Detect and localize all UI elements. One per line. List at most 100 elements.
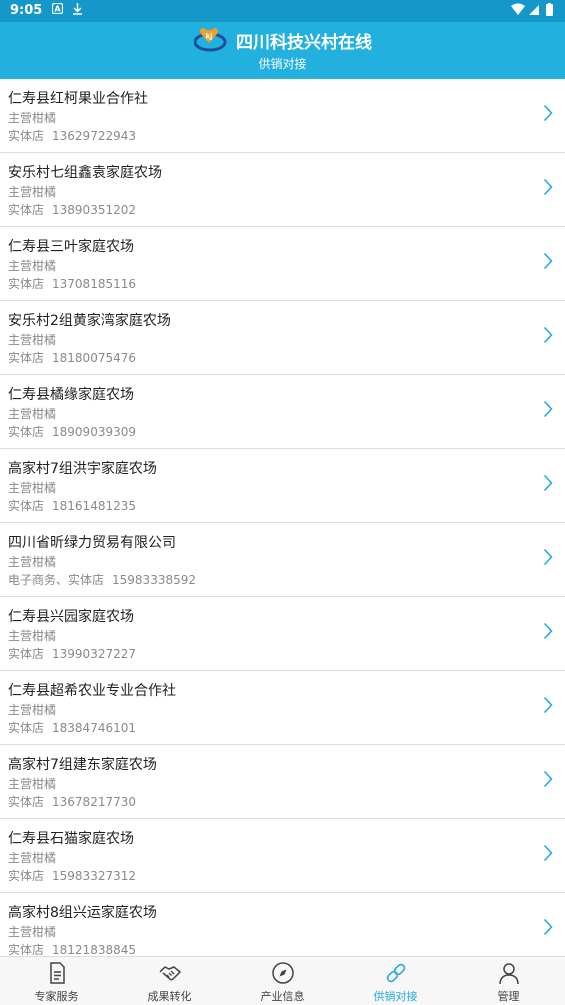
supplier-channel: 实体店 [8, 351, 45, 365]
supplier-channel: 电子商务、实体店 [8, 573, 105, 587]
supplier-phone: 18384746101 [52, 721, 136, 735]
supplier-channel: 实体店 [8, 943, 45, 956]
supplier-channel: 实体店 [8, 425, 45, 439]
document-icon [49, 962, 65, 984]
supplier-phone: 15983338592 [112, 573, 196, 587]
supplier-business: 主营柑橘 [8, 111, 57, 125]
supplier-phone: 13678217730 [52, 795, 136, 809]
chevron-right-icon [543, 844, 553, 862]
svg-text:kj: kj [205, 33, 212, 41]
supplier-channel: 实体店 [8, 795, 45, 809]
supplier-phone: 13890351202 [52, 203, 136, 217]
supplier-name: 仁寿县三叶家庭农场 [8, 239, 134, 255]
supplier-channel: 实体店 [8, 647, 45, 661]
signal-battery-icon [511, 3, 553, 16]
link-icon [386, 963, 405, 983]
chevron-right-icon [543, 548, 553, 566]
supplier-name: 仁寿县石猫家庭农场 [8, 831, 134, 847]
list-item[interactable]: 仁寿县三叶家庭农场 主营柑橘实体店 13708185116 [0, 227, 565, 301]
supplier-contact: 实体店 15983327312 [8, 867, 136, 884]
app-logo-icon: kj [193, 26, 230, 54]
tab-handshake[interactable]: 成果转化 [113, 957, 226, 1005]
supplier-business: 主营柑橘 [8, 703, 57, 717]
supplier-phone: 13708185116 [52, 277, 136, 291]
supplier-business: 主营柑橘 [8, 851, 57, 865]
supplier-contact: 实体店 13990327227 [8, 645, 136, 662]
supplier-phone: 18161481235 [52, 499, 136, 513]
chevron-right-icon [543, 474, 553, 492]
chevron-right-icon [543, 918, 553, 936]
chevron-right-icon [543, 770, 553, 788]
supplier-name: 仁寿县红柯果业合作社 [8, 91, 148, 107]
supplier-phone: 18121838845 [52, 943, 136, 956]
supplier-phone: 18909039309 [52, 425, 136, 439]
list-item[interactable]: 高家村7组建东家庭农场 主营柑橘实体店 13678217730 [0, 745, 565, 819]
supplier-contact: 实体店 18161481235 [8, 497, 136, 514]
supplier-business: 主营柑橘 [8, 481, 57, 495]
app-header: kj 四川科技兴村在线 供销对接 [0, 22, 565, 79]
list-item[interactable]: 仁寿县兴园家庭农场 主营柑橘 实体店 13990327227 [0, 597, 565, 671]
supplier-channel: 实体店 [8, 277, 45, 291]
supplier-name: 安乐村七组鑫袁家庭农场 [8, 165, 162, 181]
list-item[interactable]: 安乐村2组黄家湾家庭农场 主营柑橘 实体店 18180075476 [0, 301, 565, 375]
list-item[interactable]: 高家村8组兴运家庭农场 主营柑橘 实体店 18121838845 [0, 893, 565, 956]
tab-compass[interactable]: 产业信息 [226, 957, 339, 1005]
supplier-name: 高家村7组建东家庭农场 [8, 757, 157, 773]
supplier-contact: 实体店 18180075476 [8, 349, 136, 366]
chevron-right-icon [543, 622, 553, 640]
supplier-phone: 13629722943 [52, 129, 136, 143]
list-item[interactable]: 仁寿县橘缘家庭农场 主营柑橘 实体店 18909039309 [0, 375, 565, 449]
page-title: 供销对接 [258, 57, 307, 71]
supplier-business: 主营柑橘 [8, 259, 57, 273]
chevron-right-icon [543, 178, 553, 196]
supplier-name: 仁寿县超希农业专业合作社 [8, 683, 176, 699]
supplier-business: 主营柑橘 [8, 333, 57, 347]
list-item[interactable]: 高家村7组洪宇家庭农场 主营柑橘实体店 18161481235 [0, 449, 565, 523]
supplier-channel: 实体店 [8, 499, 45, 513]
supplier-contact: 实体店 18121838845 [8, 941, 136, 956]
supplier-contact: 实体店 13890351202 [8, 201, 136, 218]
notification-icon: A [51, 2, 64, 17]
list-item[interactable]: 仁寿县石猫家庭农场 主营柑橘实体店 15983327312 [0, 819, 565, 893]
supplier-phone: 15983327312 [52, 869, 136, 883]
supplier-contact: 实体店 13629722943 [8, 127, 136, 144]
supplier-business: 主营柑橘 [8, 555, 57, 569]
app-title: 四川科技兴村在线 [236, 33, 372, 53]
tab-person[interactable]: 管理 [452, 957, 565, 1005]
list-item[interactable]: 仁寿县超希农业专业合作社 主营柑橘实体店 18384746101 [0, 671, 565, 745]
status-right-icons [509, 3, 557, 20]
supplier-business: 主营柑橘 [8, 777, 57, 791]
supplier-name: 高家村8组兴运家庭农场 [8, 905, 157, 921]
chevron-right-icon [543, 252, 553, 270]
bottom-tab-bar: 专家服务 成果转化 产业信息 供销对接 管理 [0, 956, 565, 1005]
supplier-name: 仁寿县兴园家庭农场 [8, 609, 134, 625]
chevron-right-icon [543, 696, 553, 714]
supplier-contact: 实体店 13708185116 [8, 275, 136, 292]
chevron-right-icon [543, 104, 553, 122]
supplier-phone: 18180075476 [52, 351, 136, 365]
supplier-business: 主营柑橘 [8, 185, 57, 199]
supplier-contact: 实体店 13678217730 [8, 793, 136, 810]
supplier-channel: 实体店 [8, 721, 45, 735]
supplier-list: 仁寿县红柯果业合作社 主营柑橘 实体店 13629722943 安乐村七组鑫袁家庭农场主… [0, 79, 565, 956]
person-icon [498, 963, 519, 985]
list-item[interactable]: 安乐村七组鑫袁家庭农场 主营柑橘实体店 13890351202 [0, 153, 565, 227]
tab-link[interactable]: 供销对接 [339, 957, 452, 1005]
list-item[interactable]: 四川省昕绿力贸易有限公司 主营柑橘 电子商务、实体店 15983338592 [0, 523, 565, 597]
compass-icon [271, 962, 294, 984]
supplier-name: 仁寿县橘缘家庭农场 [8, 387, 134, 403]
supplier-name: 高家村7组洪宇家庭农场 [8, 461, 157, 477]
tab-label: 管理 [497, 990, 520, 1003]
chevron-right-icon [543, 326, 553, 344]
status-time: 9:05 [10, 3, 43, 18]
supplier-channel: 实体店 [8, 129, 45, 143]
list-item[interactable]: 仁寿县红柯果业合作社 主营柑橘实体店 13629722943 [0, 79, 565, 153]
tab-label: 供销对接 [373, 990, 418, 1003]
tab-label: 成果转化 [147, 990, 192, 1003]
tab-label: 产业信息 [260, 990, 305, 1003]
supplier-contact: 实体店 18384746101 [8, 719, 136, 736]
supplier-channel: 实体店 [8, 203, 45, 217]
tab-document[interactable]: 专家服务 [0, 957, 113, 1005]
tab-label: 专家服务 [34, 990, 79, 1003]
download-icon [72, 3, 83, 18]
